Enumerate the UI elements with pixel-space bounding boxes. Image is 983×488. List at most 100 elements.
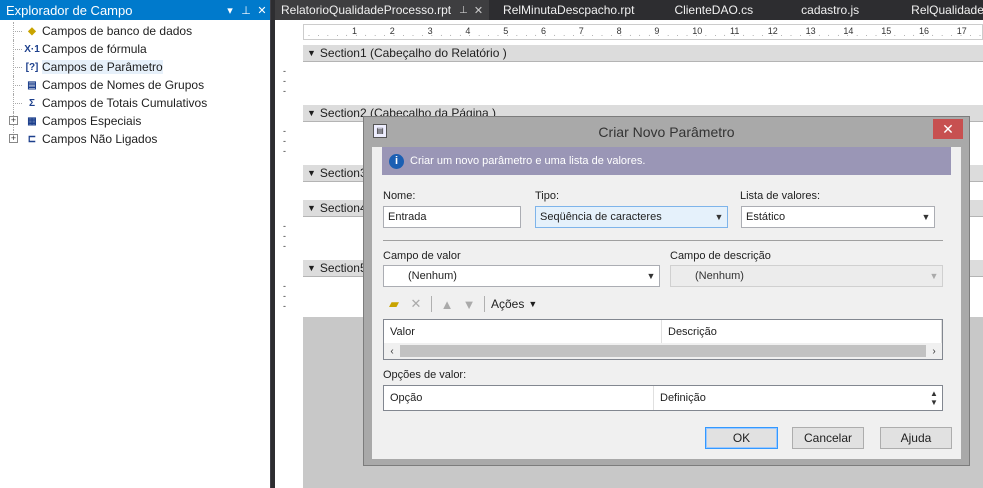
move-up-icon[interactable]: ▲ — [436, 294, 458, 314]
close-icon[interactable]: ✕ — [254, 4, 270, 17]
ruler-tick: · — [714, 33, 717, 39]
tree-item-formula-fields[interactable]: X·1 Campos de fórmula — [0, 40, 270, 58]
ruler-tick: · — [667, 33, 670, 39]
ruler-tick: · — [837, 33, 840, 39]
scroll-up-icon[interactable]: ▲ — [930, 389, 938, 398]
ruler-tick: · — [827, 33, 830, 39]
running-total-icon: Σ — [28, 97, 35, 109]
ruler-tick: · — [600, 33, 603, 39]
acoes-menu-button[interactable]: Ações ▼ — [491, 297, 537, 311]
values-grid[interactable]: Valor Descrição ‹ › — [383, 319, 943, 360]
opcoes-valor-label: Opções de valor: — [383, 369, 467, 381]
scroll-right-icon[interactable]: › — [926, 346, 942, 357]
value-options-grid[interactable]: Opção Definição ▲ ▼ — [383, 385, 943, 411]
tree-item-special-fields[interactable]: + ▦ Campos Especiais — [0, 112, 270, 130]
vertical-ruler: --- — [283, 126, 286, 156]
ruler-tick: · — [799, 33, 802, 39]
document-tabs: RelatorioQualidadeProcesso.rpt ⊥ ✕ RelMi… — [275, 0, 983, 20]
tree-item-running-total-fields[interactable]: Σ Campos de Totais Cumulativos — [0, 94, 270, 112]
ruler-tick: · — [742, 33, 745, 39]
ruler-tick: · — [534, 33, 537, 39]
ruler-tick: · — [941, 33, 944, 39]
lista-valores-select[interactable]: Estático ▼ — [741, 206, 935, 228]
collapse-icon[interactable]: ▼ — [307, 168, 316, 178]
tree-item-unbound-fields[interactable]: + ⊏ Campos Não Ligados — [0, 130, 270, 148]
tab-cliente-dao[interactable]: ClienteDAO.cs — [640, 0, 759, 20]
column-header-opcao[interactable]: Opção — [384, 386, 654, 410]
ruler-tick: · — [553, 33, 556, 39]
section-body[interactable] — [303, 63, 983, 105]
scrollbar-thumb[interactable] — [400, 345, 926, 357]
lista-valores-value: Estático — [746, 211, 786, 223]
ruler-tick: · — [374, 33, 377, 39]
tab-label: cadastro.js — [801, 3, 860, 17]
collapse-icon[interactable]: ▼ — [307, 108, 316, 118]
ruler-tick: · — [686, 33, 688, 39]
collapse-icon[interactable]: ▼ — [307, 263, 316, 273]
toolbar-separator — [484, 296, 485, 312]
dropdown-icon[interactable]: ▾ — [222, 4, 238, 17]
column-header-descricao[interactable]: Descrição — [662, 320, 942, 344]
pin-icon[interactable]: ⊥ — [238, 4, 254, 17]
field-tree: ◆ Campos de banco de dados X·1 Campos de… — [0, 20, 270, 148]
tree-item-database-fields[interactable]: ◆ Campos de banco de dados — [0, 22, 270, 40]
ruler-tick: · — [572, 33, 575, 39]
ruler-tick: · — [497, 33, 499, 39]
campo-valor-select[interactable]: (Nenhum) ▼ — [383, 265, 660, 287]
tab-rel-qualidade[interactable]: RelQualidadePr — [865, 0, 983, 20]
ruler-tick: · — [846, 33, 849, 39]
cancel-button[interactable]: Cancelar — [792, 427, 864, 449]
ruler-tick: · — [629, 33, 632, 39]
ruler-tick: · — [487, 33, 490, 39]
ruler-tick: · — [459, 33, 462, 39]
help-button[interactable]: Ajuda — [880, 427, 952, 449]
dialog-title-bar[interactable]: Criar Novo Parâmetro — [364, 117, 969, 147]
collapse-icon[interactable]: ▼ — [307, 203, 316, 213]
tree-item-parameter-fields[interactable]: [?] Campos de Parâmetro — [0, 58, 270, 76]
create-parameter-dialog: Criar Novo Parâmetro ▤ ✕ i Criar um novo… — [363, 116, 970, 466]
scroll-down-icon[interactable]: ▼ — [930, 398, 938, 407]
tree-item-label: Campos Não Ligados — [42, 132, 158, 146]
tree-item-label: Campos de banco de dados — [42, 24, 193, 38]
separator — [383, 240, 943, 241]
collapse-icon[interactable]: ▼ — [307, 48, 316, 58]
expand-icon[interactable]: + — [9, 116, 18, 125]
tree-line — [13, 67, 22, 68]
delete-icon[interactable]: ✕ — [405, 294, 427, 314]
open-folder-icon[interactable]: ▰ — [383, 294, 405, 314]
section-header[interactable]: ▼ Section1 (Cabeçalho do Relatório ) — [303, 45, 983, 62]
lista-valores-label: Lista de valores: — [740, 190, 821, 202]
tree-line — [13, 49, 22, 50]
scroll-left-icon[interactable]: ‹ — [384, 346, 400, 357]
tree-item-group-name-fields[interactable]: ▤ Campos de Nomes de Grupos — [0, 76, 270, 94]
column-header-valor[interactable]: Valor — [384, 320, 662, 344]
ruler-tick: · — [922, 33, 925, 39]
nome-label: Nome: — [383, 190, 416, 202]
pin-icon[interactable]: ⊥ — [459, 5, 468, 16]
ruler-tick: · — [336, 33, 339, 39]
horizontal-scrollbar[interactable]: ‹ › — [384, 343, 942, 359]
nome-input[interactable]: Entrada — [383, 206, 521, 228]
info-icon: i — [389, 153, 404, 169]
tab-rel-minuta-despacho[interactable]: RelMinutaDescpacho.rpt — [489, 0, 640, 20]
move-down-icon[interactable]: ▼ — [458, 294, 480, 314]
ruler-tick: · — [393, 33, 396, 39]
ruler-tick: · — [345, 33, 348, 39]
dialog-close-button[interactable]: ✕ — [933, 119, 963, 139]
ruler-tick: · — [591, 33, 594, 39]
column-header-definicao[interactable]: Definição — [654, 386, 924, 410]
ok-button[interactable]: OK — [705, 427, 778, 449]
acoes-label: Ações — [491, 297, 525, 311]
campo-descricao-select[interactable]: (Nenhum) ▼ — [670, 265, 943, 287]
tab-relatorio-qualidade-processo[interactable]: RelatorioQualidadeProcesso.rpt ⊥ ✕ — [275, 0, 490, 20]
ruler-tick: · — [931, 33, 934, 39]
expand-icon[interactable]: + — [9, 134, 18, 143]
tree-item-label: Campos Especiais — [42, 114, 142, 128]
tipo-select[interactable]: Seqüência de caracteres ▼ — [535, 206, 728, 228]
scroll-spinner[interactable]: ▲ ▼ — [926, 386, 942, 410]
tab-cadastro[interactable]: cadastro.js — [759, 0, 865, 20]
close-icon[interactable]: ✕ — [474, 4, 483, 17]
ruler-tick: · — [771, 33, 774, 39]
chevron-down-icon: ▼ — [929, 271, 939, 281]
campo-descricao-label: Campo de descrição — [670, 250, 771, 262]
